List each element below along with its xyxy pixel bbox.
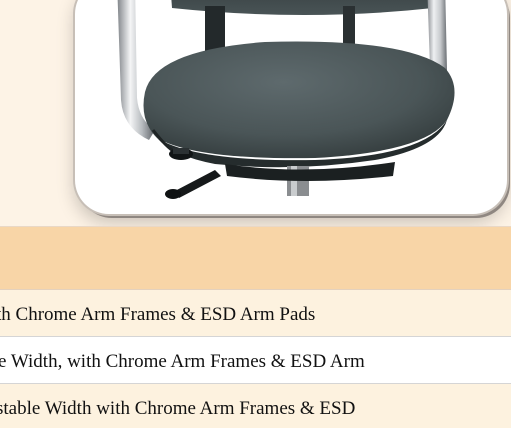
option-row-3-text: stable Width with Chrome Arm Frames & ES… <box>0 398 356 419</box>
options-table-header <box>0 226 511 290</box>
product-page: th Chrome Arm Frames & ESD Arm Pads e Wi… <box>0 0 511 428</box>
option-row-2-text: e Width, with Chrome Arm Frames & ESD Ar… <box>0 351 365 372</box>
chair-image <box>117 0 455 199</box>
option-row-1-text: th Chrome Arm Frames & ESD Arm Pads <box>0 304 316 325</box>
product-image-panel <box>0 0 511 226</box>
options-table: th Chrome Arm Frames & ESD Arm Pads e Wi… <box>0 226 511 428</box>
option-row-3[interactable]: stable Width with Chrome Arm Frames & ES… <box>0 384 511 428</box>
option-row-2[interactable]: e Width, with Chrome Arm Frames & ESD Ar… <box>0 337 511 384</box>
chair-image-frame[interactable] <box>75 0 507 214</box>
option-row-1[interactable]: th Chrome Arm Frames & ESD Arm Pads <box>0 290 511 337</box>
